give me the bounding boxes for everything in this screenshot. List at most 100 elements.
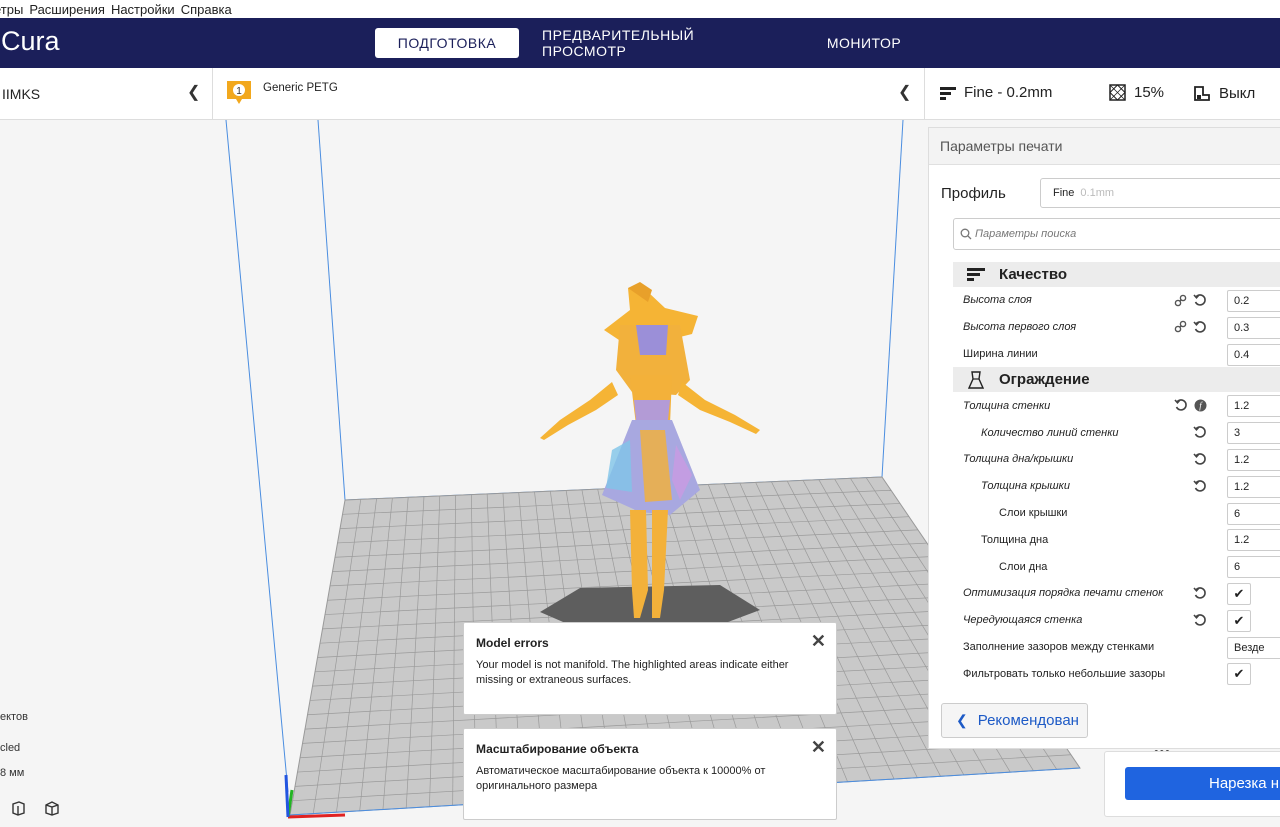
link-icon[interactable] (1174, 294, 1187, 307)
view-left-icon[interactable] (8, 798, 28, 818)
search-icon (960, 228, 972, 240)
setting-label: Толщина дна/крышки (963, 453, 1074, 466)
setting-value-input[interactable]: 6 (1227, 556, 1280, 579)
profile-label: Профиль (941, 185, 1006, 202)
menu-bar: етры Расширения Настройки Справка (0, 0, 1280, 18)
setting-label: Оптимизация порядка печати стенок (963, 587, 1164, 600)
setting-label: Слои дна (999, 560, 1048, 573)
support-icon (1194, 86, 1210, 101)
infill-summary[interactable]: 15% (1109, 84, 1164, 101)
object-dimensions: 8 мм (0, 767, 25, 779)
setting-label: Ширина линии (963, 347, 1038, 360)
setting-label: Высота слоя (963, 294, 1032, 307)
reset-icon[interactable] (1193, 586, 1207, 600)
material-badge-icon: 1 (227, 81, 251, 104)
menu-item-help[interactable]: Справка (181, 2, 232, 17)
setting-value-input[interactable]: 6 (1227, 502, 1280, 525)
setting-value-input[interactable]: 0.3 (1227, 316, 1280, 339)
setting-row: Толщина стенки f 1.2 (953, 392, 1280, 419)
reset-icon[interactable] (1193, 320, 1207, 334)
setting-row: Количество линий стенки 3 (953, 419, 1280, 446)
panel-title: Параметры печати (929, 128, 1280, 165)
search-placeholder: Параметры поиска (975, 228, 1077, 240)
recommended-button[interactable]: ❮ Рекомендован (941, 703, 1088, 738)
setting-label: Толщина стенки (963, 399, 1051, 412)
setting-label: Слои крышки (999, 506, 1068, 519)
setting-row: Толщина дна 1.2 (953, 526, 1280, 553)
setting-row: Чередующаяся стенка ✔ (953, 607, 1280, 634)
support-summary-label: Выкл (1219, 84, 1256, 102)
print-settings-panel: Параметры печати Профиль Fine 0.1mm Пара… (928, 127, 1280, 749)
close-icon[interactable]: ✕ (811, 631, 826, 652)
quality-summary[interactable]: Fine - 0.2mm (940, 84, 1052, 101)
profile-value: Fine (1053, 187, 1075, 199)
reset-icon[interactable] (1193, 293, 1207, 307)
divider (212, 68, 213, 120)
profile-subvalue: 0.1mm (1080, 187, 1115, 199)
printer-selector[interactable]: IIMKS (2, 86, 40, 102)
message-body: Автоматическое масштабирование объекта к… (476, 765, 766, 792)
reset-icon[interactable] (1193, 613, 1207, 627)
object-name: cled (0, 742, 21, 754)
setting-label: Заполнение зазоров между стенками (963, 640, 1155, 653)
setting-value-input[interactable]: 3 (1227, 422, 1280, 445)
infill-summary-label: 15% (1134, 84, 1165, 101)
setting-value-input[interactable]: Везде (1227, 636, 1280, 659)
setting-checkbox[interactable]: ✔ (1227, 582, 1251, 605)
setting-row: Ширина линии 0.4 (953, 341, 1280, 368)
settings-category-quality[interactable]: Качество (953, 262, 1280, 287)
setting-label: Толщина дна (981, 533, 1049, 546)
message-title: Model errors (476, 636, 549, 650)
link-icon[interactable] (1174, 320, 1187, 333)
cura-window: етры Расширения Настройки Справка Cura П… (0, 0, 1280, 827)
profile-selector[interactable]: Fine 0.1mm (1040, 178, 1280, 208)
settings-list[interactable]: Качество Высота слоя 0.2 Высота первого сло… (953, 262, 1280, 692)
setting-label: Чередующаяся стенка (963, 614, 1083, 627)
setting-row: Высота слоя 0.2 (953, 287, 1280, 314)
setting-value-input[interactable]: 1.2 (1227, 395, 1280, 418)
recommended-label: Рекомендован (977, 712, 1079, 729)
reset-icon[interactable] (1193, 425, 1207, 439)
material-selector[interactable]: Generic PETG (263, 82, 338, 94)
support-summary[interactable]: Выкл (1193, 84, 1255, 102)
setting-value-input[interactable]: 1.2 (1227, 529, 1280, 552)
setting-value-input[interactable]: 0.4 (1227, 343, 1280, 366)
setting-value-input[interactable]: 1.2 (1227, 475, 1280, 498)
printer-material-bar: IIMKS ❮ 1 Generic PETG ❮ (0, 68, 924, 120)
setting-value-input[interactable]: 0.2 (1227, 290, 1280, 312)
tab-monitor[interactable]: МОНИТОР (818, 28, 910, 58)
setting-row: Заполнение зазоров между стенками Везде (953, 634, 1280, 661)
setting-row: Слои дна 6 (953, 553, 1280, 580)
menu-item-settings[interactable]: Настройки (111, 2, 175, 17)
chevron-left-icon[interactable]: ❮ (898, 82, 911, 102)
settings-search-input[interactable]: Параметры поиска (953, 218, 1280, 250)
setting-row: Толщина дна/крышки 1.2 (953, 446, 1280, 473)
setting-row: Высота первого слоя 0.3 (953, 314, 1280, 341)
slice-button[interactable]: Нарезка н (1125, 767, 1280, 800)
setting-label: Высота первого слоя (963, 321, 1077, 334)
quality-icon (953, 267, 999, 282)
menu-item-preferences[interactable]: етры (0, 2, 23, 17)
reset-icon[interactable] (1193, 452, 1207, 466)
app-header: Cura ПОДГОТОВКА ПРЕДВАРИТЕЛЬНЫЙ ПРОСМОТР… (0, 18, 1280, 68)
message-body: Your model is not manifold. The highligh… (476, 659, 789, 686)
infill-icon (1109, 84, 1126, 101)
reset-icon[interactable] (1193, 479, 1207, 493)
settings-category-shell[interactable]: Ограждение (953, 367, 1280, 393)
message-title: Масштабирование объекта (476, 742, 639, 756)
setting-row: Слои крышки 6 (953, 500, 1280, 527)
quality-summary-label: Fine - 0.2mm (964, 84, 1053, 101)
reset-icon[interactable] (1174, 398, 1188, 412)
tab-preview[interactable]: ПРЕДВАРИТЕЛЬНЫЙ ПРОСМОТР (542, 27, 780, 59)
close-icon[interactable]: ✕ (811, 737, 826, 758)
menu-item-extensions[interactable]: Расширения (29, 2, 105, 17)
chevron-left-icon[interactable]: ❮ (187, 82, 200, 102)
setting-checkbox[interactable]: ✔ (1227, 663, 1251, 686)
print-settings-summary[interactable]: Fine - 0.2mm 15% Выкл (924, 68, 1280, 120)
function-icon[interactable]: f (1194, 399, 1207, 412)
scale-message: Масштабирование объекта Автоматическое м… (463, 728, 837, 820)
tab-prepare[interactable]: ПОДГОТОВКА (375, 28, 519, 58)
setting-checkbox[interactable]: ✔ (1227, 609, 1251, 632)
view-right-icon[interactable] (42, 798, 62, 818)
setting-value-input[interactable]: 1.2 (1227, 448, 1280, 471)
